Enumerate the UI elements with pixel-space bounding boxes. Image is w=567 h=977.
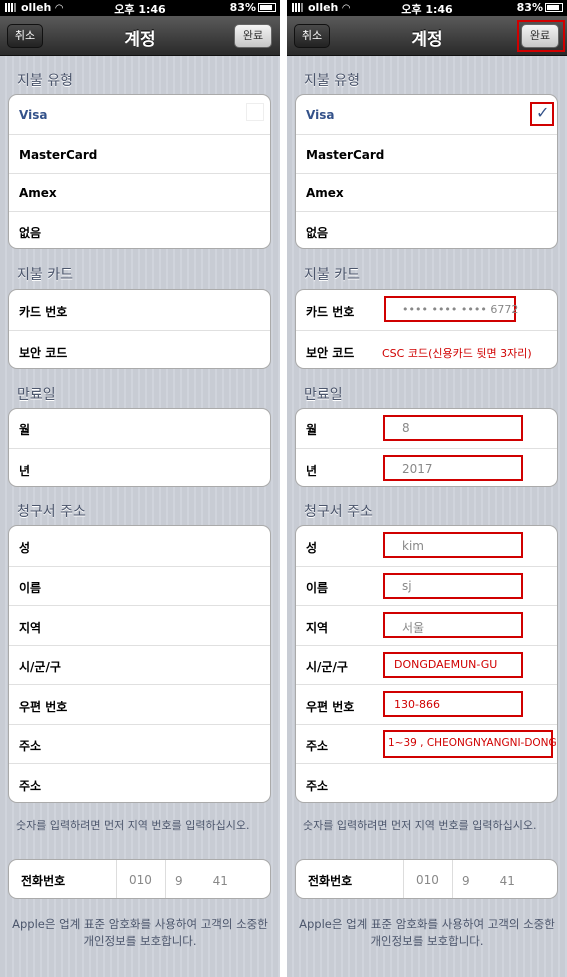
- phone-label: 전화번호: [308, 874, 353, 888]
- year-field[interactable]: 년 2017: [296, 448, 557, 486]
- phone-area-code[interactable]: 010: [416, 873, 439, 887]
- city-field[interactable]: 시/군/구: [9, 645, 270, 684]
- payment-card-group: 카드 번호 •••• •••• •••• 6772 보안 코드 CSC 코드(신…: [295, 289, 558, 369]
- phone-label: 전화번호: [21, 874, 66, 888]
- section-expiry: 만료일: [304, 387, 343, 403]
- left-panel: olleh ◠ 오후 1:46 83% 취소 계정 완료 지불 유형 Visa M…: [0, 0, 280, 977]
- option-none[interactable]: 없음: [9, 211, 270, 248]
- phone-area-code[interactable]: 010: [129, 873, 152, 887]
- status-bar: olleh ◠ 오후 1:46 83%: [287, 0, 567, 16]
- option-visa[interactable]: Visa: [9, 95, 270, 134]
- option-none[interactable]: 없음: [296, 211, 557, 248]
- area-code-note: 숫자를 입력하려면 먼저 지역 번호를 입력하십시오.: [303, 819, 537, 832]
- phone-number[interactable]: 9 41: [462, 873, 515, 888]
- year-field[interactable]: 년: [9, 448, 270, 486]
- right-panel: olleh ◠ 오후 1:46 83% 취소 계정 완료 지불 유형 Visa ✓…: [287, 0, 567, 977]
- option-amex[interactable]: Amex: [9, 173, 270, 211]
- form-content: 지불 유형 Visa ✓ MasterCard Amex 없음 지불 카드 카드…: [287, 56, 567, 977]
- security-code-field[interactable]: 보안 코드 CSC 코드(신용카드 뒷면 3자리): [296, 330, 557, 368]
- privacy-footer: Apple은 업계 표준 암호화를 사용하여 고객의 소중한 개인정보를 보호합…: [12, 917, 268, 948]
- city-field[interactable]: 시/군/구 DONGDAEMUN-GU: [296, 645, 557, 684]
- security-code-field[interactable]: 보안 코드: [9, 330, 270, 368]
- nav-bar: 취소 계정 완료: [0, 16, 280, 56]
- last-name-field[interactable]: 성: [9, 526, 270, 566]
- first-name-field[interactable]: 이름 sj: [296, 566, 557, 605]
- section-billing: 청구서 주소: [304, 504, 373, 520]
- battery-icon: [258, 3, 276, 12]
- card-number-field[interactable]: 카드 번호 •••• •••• •••• 6772: [296, 290, 557, 330]
- postal-code-field[interactable]: 우편 번호: [9, 684, 270, 724]
- card-number-field[interactable]: 카드 번호: [9, 290, 270, 330]
- expiry-group: 월 년: [8, 408, 271, 487]
- region-field[interactable]: 지역 서울: [296, 605, 557, 645]
- option-mastercard[interactable]: MasterCard: [296, 134, 557, 173]
- done-highlight: [517, 20, 565, 52]
- security-code-note: CSC 코드(신용카드 뒷면 3자리): [382, 347, 532, 360]
- phone-field[interactable]: 전화번호 010 9 41: [295, 859, 558, 899]
- month-field[interactable]: 월 8: [296, 409, 557, 448]
- section-billing: 청구서 주소: [17, 504, 86, 520]
- region-field[interactable]: 지역: [9, 605, 270, 645]
- option-mastercard[interactable]: MasterCard: [9, 134, 270, 173]
- battery-icon: [545, 3, 563, 12]
- card-number-value: •••• •••• •••• 6772: [402, 303, 519, 316]
- area-code-note: 숫자를 입력하려면 먼저 지역 번호를 입력하십시오.: [16, 819, 250, 832]
- done-button[interactable]: 완료: [234, 24, 272, 48]
- section-payment-card: 지불 카드: [17, 267, 73, 283]
- address-1-field[interactable]: 주소 1~39 , CHEONGNYANGNI-DONG: [296, 724, 557, 763]
- expiry-group: 월 8 년 2017: [295, 408, 558, 487]
- battery-status: 83%: [517, 1, 563, 14]
- address-2-field[interactable]: 주소: [296, 763, 557, 802]
- battery-status: 83%: [230, 1, 276, 14]
- status-bar: olleh ◠ 오후 1:46 83%: [0, 0, 280, 16]
- postal-code-field[interactable]: 우편 번호 130-866: [296, 684, 557, 724]
- billing-group: 성 kim 이름 sj 지역 서울 시/군/구 DONGDAEMUN-GU 우편…: [295, 525, 558, 803]
- phone-number[interactable]: 9 41: [175, 873, 228, 888]
- payment-type-group: Visa MasterCard Amex 없음: [8, 94, 271, 249]
- address-1-field[interactable]: 주소: [9, 724, 270, 763]
- phone-field[interactable]: 전화번호 010 9 41: [8, 859, 271, 899]
- option-amex[interactable]: Amex: [296, 173, 557, 211]
- privacy-footer: Apple은 업계 표준 암호화를 사용하여 고객의 소중한 개인정보를 보호합…: [299, 917, 555, 948]
- form-content: 지불 유형 Visa MasterCard Amex 없음 지불 카드 카드 번…: [0, 56, 280, 977]
- payment-card-group: 카드 번호 보안 코드: [8, 289, 271, 369]
- nav-bar: 취소 계정 완료: [287, 16, 567, 56]
- last-name-field[interactable]: 성 kim: [296, 526, 557, 566]
- option-visa[interactable]: Visa ✓: [296, 95, 557, 134]
- first-name-field[interactable]: 이름: [9, 566, 270, 605]
- billing-group: 성 이름 지역 시/군/구 우편 번호 주소 주소: [8, 525, 271, 803]
- section-expiry: 만료일: [17, 387, 56, 403]
- section-payment-type: 지불 유형: [304, 73, 360, 89]
- payment-type-group: Visa ✓ MasterCard Amex 없음: [295, 94, 558, 249]
- section-payment-type: 지불 유형: [17, 73, 73, 89]
- month-field[interactable]: 월: [9, 409, 270, 448]
- checkmark-icon: ✓: [536, 103, 550, 122]
- section-payment-card: 지불 카드: [304, 267, 360, 283]
- address-2-field[interactable]: 주소: [9, 763, 270, 802]
